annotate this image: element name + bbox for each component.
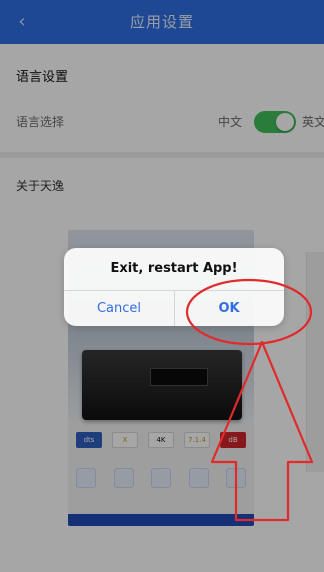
alert-message: Exit, restart App!	[110, 261, 238, 276]
alert-button-bar: Cancel OK	[64, 291, 284, 326]
cancel-button[interactable]: Cancel	[64, 291, 174, 326]
restart-alert-dialog: Exit, restart App! Cancel OK	[64, 248, 284, 326]
app-settings-screen: ‹ 应用设置 语言设置 语言选择 中文 英文 关于天逸 dts X 4K 7.1…	[0, 0, 324, 572]
ok-button[interactable]: OK	[174, 291, 284, 326]
